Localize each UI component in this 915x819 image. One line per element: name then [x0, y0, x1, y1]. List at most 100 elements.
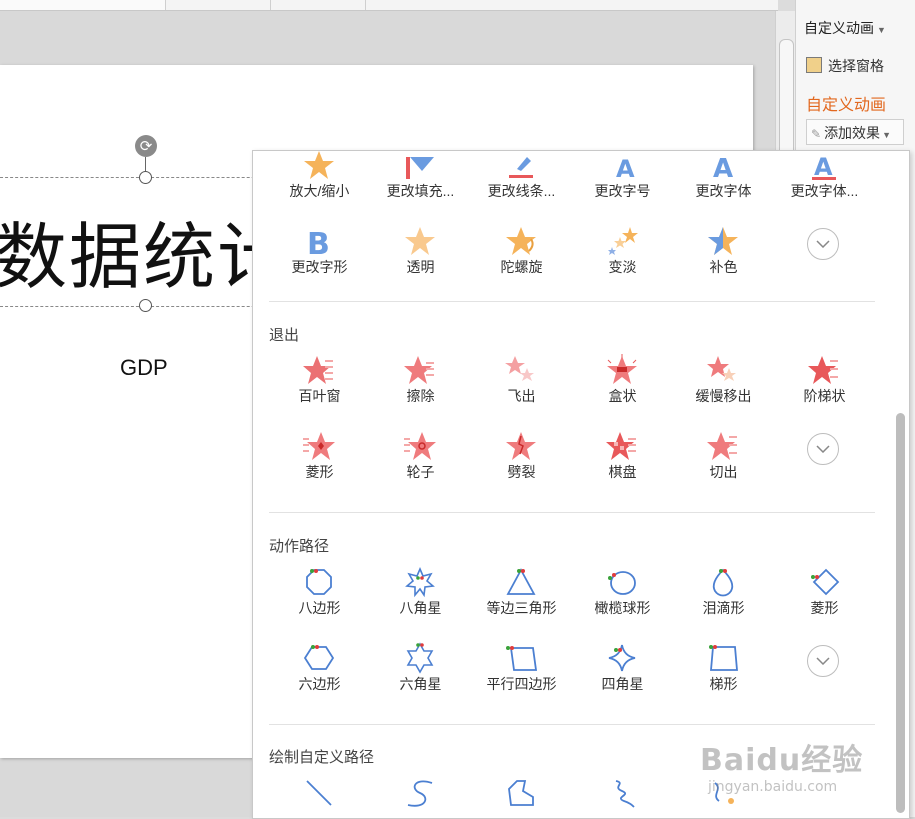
effect-item[interactable]: 更改线条... [471, 151, 572, 219]
effect-item[interactable]: 飞出 [471, 348, 572, 424]
four-point-star-path-icon [608, 644, 636, 672]
effect-item[interactable]: 橄榄球形 [572, 560, 673, 636]
font-color-icon: A [812, 153, 836, 181]
football-path-icon [608, 571, 636, 595]
effect-item[interactable] [471, 771, 572, 818]
curve-path-icon [407, 780, 433, 807]
effect-item[interactable]: 棋盘 [572, 424, 673, 500]
watermark-url: jingyan.baidu.com [708, 779, 838, 795]
effect-label: 泪滴形 [702, 600, 745, 616]
effect-label: 缓慢移出 [695, 388, 752, 404]
task-pane-header[interactable]: 自定义动画 ▼ [804, 18, 886, 38]
effect-item[interactable]: 劈裂 [471, 424, 572, 500]
effect-label: 轮子 [406, 464, 435, 480]
effect-item[interactable]: 变淡 [572, 219, 673, 295]
more-paths-button[interactable] [807, 645, 839, 677]
effect-item[interactable]: 陀螺旋 [471, 219, 572, 295]
effect-item[interactable] [269, 771, 370, 818]
effect-item[interactable]: 等边三角形 [471, 560, 572, 636]
effect-label: 切出 [709, 464, 738, 480]
effect-item[interactable]: 菱形 [269, 424, 370, 500]
motion-path-grid: 八边形 八角星 等边三角形 橄榄球形 泪滴形 菱形 六边形 六角星 平行四边形 … [269, 560, 875, 712]
font-icon: A [713, 154, 733, 181]
effect-item[interactable]: A 更改字号 [572, 151, 673, 219]
font-size-icon: A [616, 155, 635, 181]
custom-path-section-title: 绘制自定义路径 [269, 749, 375, 766]
add-effect-button[interactable]: ✎ 添加效果 ▼ [806, 119, 904, 145]
effect-label: 八角星 [399, 600, 442, 616]
wheel-exit-icon [404, 432, 436, 460]
effect-label: 棋盘 [608, 464, 637, 480]
pencil-icon: ✎ [811, 127, 822, 141]
resize-handle-bottom[interactable] [139, 299, 152, 312]
effect-item[interactable]: 平行四边形 [471, 636, 572, 712]
effect-item[interactable]: 菱形 [774, 560, 875, 636]
effect-item[interactable]: 六角星 [370, 636, 471, 712]
resize-handle-top[interactable] [139, 171, 152, 184]
chevron-down-icon [816, 240, 830, 248]
effect-item[interactable]: A 更改字体... [774, 151, 875, 219]
toolbar-field[interactable] [0, 0, 166, 10]
add-effect-dropdown: 放大/缩小 更改填充... 更改线条... A 更改字号 A 更改字体 A 更改… [252, 150, 910, 819]
bold-icon: B [307, 227, 330, 257]
svg-text:A: A [814, 153, 833, 181]
spin-star-icon [506, 227, 536, 255]
slide-subtitle[interactable]: GDP [120, 355, 168, 381]
exit-row-2: 菱形 轮子 劈裂 棋盘 切出 [269, 424, 875, 500]
star-grow-icon [304, 151, 334, 179]
effect-label: 补色 [709, 259, 738, 275]
effect-label: 梯形 [709, 676, 738, 692]
effect-label: 更改线条... [487, 183, 556, 199]
effect-label: 更改字体... [790, 183, 859, 199]
effect-item[interactable]: 四角星 [572, 636, 673, 712]
rotate-handle-icon[interactable]: ⟳ [135, 135, 157, 157]
effect-item[interactable]: 轮子 [370, 424, 471, 500]
more-emphasis-button[interactable] [807, 228, 839, 260]
effect-item[interactable]: 阶梯状 [774, 348, 875, 424]
section-divider [269, 724, 875, 725]
effect-item[interactable]: 更改填充... [370, 151, 471, 219]
effect-item[interactable]: 擦除 [370, 348, 471, 424]
dropdown-scrollbar[interactable] [896, 413, 905, 813]
effect-item[interactable]: A 更改字体 [673, 151, 774, 219]
effect-label: 更改字形 [291, 259, 348, 275]
box-exit-icon [607, 354, 637, 384]
exit-grid: 百叶窗 擦除 飞出 盒状 缓慢移出 阶梯状 菱形 轮子 劈裂 棋盘 切出 [269, 348, 875, 500]
effect-item[interactable]: 梯形 [673, 636, 774, 712]
toolbar-segment [270, 0, 366, 10]
chevron-down-icon [816, 445, 830, 453]
effect-label: 飞出 [507, 388, 536, 404]
effect-item[interactable]: 六边形 [269, 636, 370, 712]
effect-label: 劈裂 [507, 464, 536, 480]
effect-item[interactable] [370, 771, 471, 818]
effect-label: 更改填充... [386, 183, 455, 199]
effect-item[interactable]: 透明 [370, 219, 471, 295]
effect-item[interactable]: 切出 [673, 424, 774, 500]
title-placeholder[interactable]: 数据统计 [0, 177, 295, 307]
effect-label: 菱形 [810, 600, 839, 616]
slide-title[interactable]: 数据统计 [0, 198, 291, 303]
select-pane-button[interactable]: 选择窗格 [806, 56, 884, 76]
fade-stars-icon [608, 227, 638, 255]
effect-item[interactable]: B 更改字形 [269, 219, 370, 295]
effect-item[interactable]: 盒状 [572, 348, 673, 424]
triangle-path-icon [506, 568, 536, 595]
effect-label: 更改字号 [594, 183, 651, 199]
svg-text:A: A [616, 155, 635, 181]
effect-item[interactable]: 放大/缩小 [269, 151, 370, 219]
effect-label: 盒状 [608, 388, 637, 404]
line-color-icon [509, 157, 533, 178]
caret-down-icon: ▼ [877, 25, 886, 35]
effect-item[interactable]: 缓慢移出 [673, 348, 774, 424]
effect-item[interactable]: 泪滴形 [673, 560, 774, 636]
effect-item[interactable]: 八角星 [370, 560, 471, 636]
effect-label: 擦除 [406, 388, 435, 404]
more-exit-button[interactable] [807, 433, 839, 465]
motion-path-section-title: 动作路径 [269, 538, 330, 555]
effect-item[interactable]: 百叶窗 [269, 348, 370, 424]
effect-item[interactable]: 补色 [673, 219, 774, 295]
complement-star-icon [708, 227, 738, 255]
effect-label: 六角星 [399, 676, 442, 692]
effect-item[interactable] [572, 771, 673, 818]
effect-item[interactable]: 八边形 [269, 560, 370, 636]
